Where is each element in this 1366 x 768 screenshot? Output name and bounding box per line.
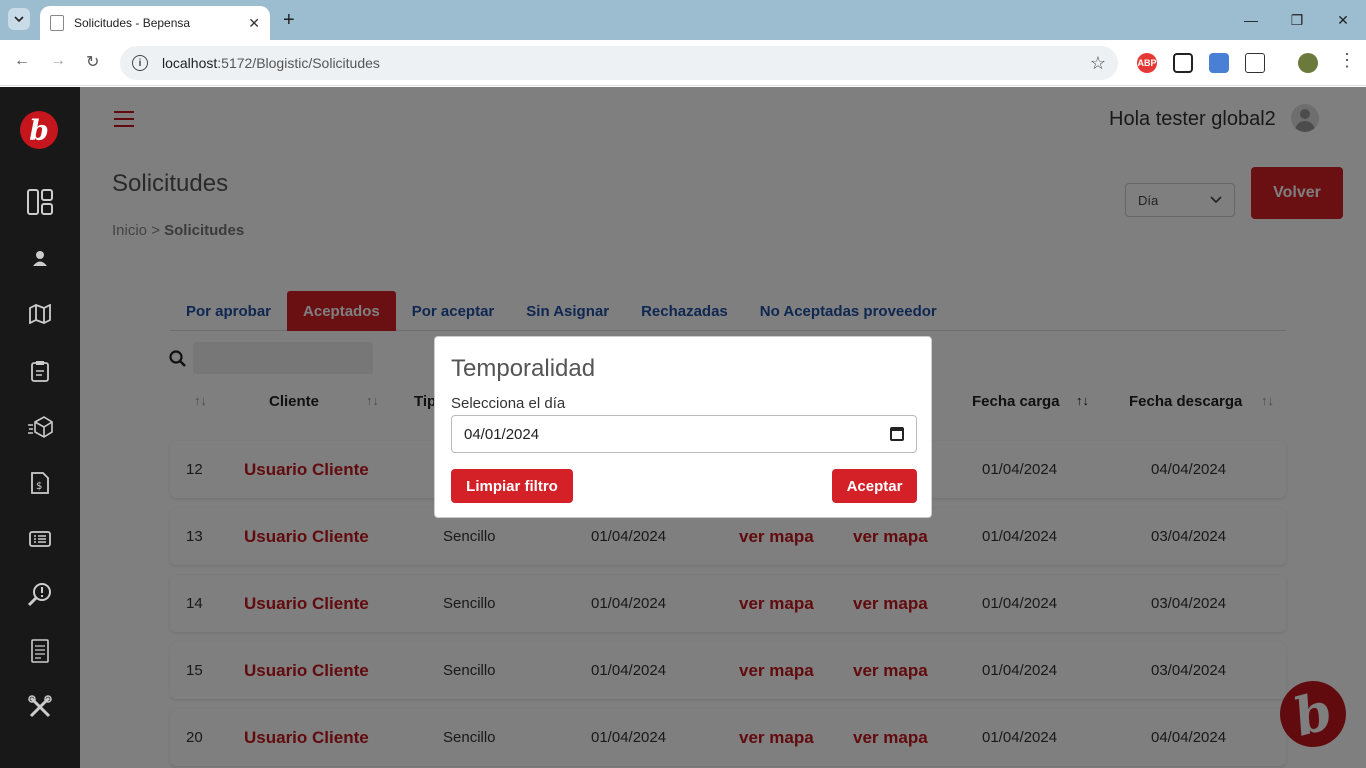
map-icon[interactable] (26, 300, 54, 328)
extension-doc-icon[interactable] (1209, 53, 1229, 73)
dialog-title: Temporalidad (451, 355, 596, 382)
page-icon (50, 15, 64, 31)
extensions-puzzle-icon[interactable] (1245, 53, 1265, 73)
picture-in-picture-icon[interactable] (1173, 53, 1193, 73)
info-icon[interactable]: i (132, 55, 148, 71)
close-icon[interactable]: ✕ (248, 15, 260, 32)
url-host: localhost (162, 55, 218, 71)
tab-search-button[interactable] (8, 8, 30, 30)
reload-icon[interactable]: ↻ (86, 52, 99, 72)
sidebar: b $ (0, 87, 80, 768)
browser-toolbar: ← → ↻ i localhost:5172/Blogistic/Solicit… (0, 40, 1366, 86)
minimize-icon[interactable]: — (1228, 0, 1274, 40)
search-alert-icon[interactable] (26, 581, 54, 609)
more-menu-icon[interactable]: ⋮ (1338, 50, 1356, 71)
back-icon[interactable]: ← (14, 52, 30, 70)
clipboard-icon[interactable] (26, 357, 54, 385)
clear-filter-button[interactable]: Limpiar filtro (451, 469, 573, 503)
chevron-down-icon (14, 16, 24, 22)
dashboard-icon[interactable] (26, 188, 54, 216)
url-path: :5172/Blogistic/Solicitudes (217, 55, 380, 71)
url-text: localhost:5172/Blogistic/Solicitudes (162, 55, 1090, 71)
profile-avatar-icon[interactable] (1298, 53, 1318, 73)
tools-icon[interactable] (26, 693, 54, 721)
accept-button[interactable]: Aceptar (832, 469, 917, 503)
user-icon[interactable] (26, 244, 54, 272)
invoice-dollar-icon[interactable]: $ (26, 469, 54, 497)
temporalidad-dialog: Temporalidad Selecciona el día 04/01/202… (434, 336, 932, 518)
tab-title: Solicitudes - Bepensa (74, 16, 191, 30)
date-value: 04/01/2024 (464, 425, 540, 443)
address-bar[interactable]: i localhost:5172/Blogistic/Solicitudes ☆ (120, 46, 1118, 80)
date-field[interactable]: 04/01/2024 (451, 415, 917, 453)
window-controls: — ❐ ✕ (1228, 0, 1366, 40)
window-close-icon[interactable]: ✕ (1320, 0, 1366, 40)
forward-icon[interactable]: → (50, 52, 66, 70)
browser-tab[interactable]: Solicitudes - Bepensa ✕ (40, 6, 270, 40)
id-card-icon[interactable] (26, 525, 54, 553)
browser-tabbar: Solicitudes - Bepensa ✕ + — ❐ ✕ (0, 0, 1366, 40)
box-shipping-icon[interactable] (26, 413, 54, 441)
restore-icon[interactable]: ❐ (1274, 0, 1320, 40)
svg-text:$: $ (36, 481, 42, 492)
date-label: Selecciona el día (451, 395, 566, 412)
report-list-icon[interactable] (26, 637, 54, 665)
calendar-icon[interactable] (890, 427, 904, 441)
adblock-extension-icon[interactable]: ABP (1137, 53, 1157, 73)
bookmark-star-icon[interactable]: ☆ (1090, 53, 1106, 74)
bepensa-logo[interactable]: b (20, 111, 58, 149)
new-tab-icon[interactable]: + (283, 9, 295, 32)
